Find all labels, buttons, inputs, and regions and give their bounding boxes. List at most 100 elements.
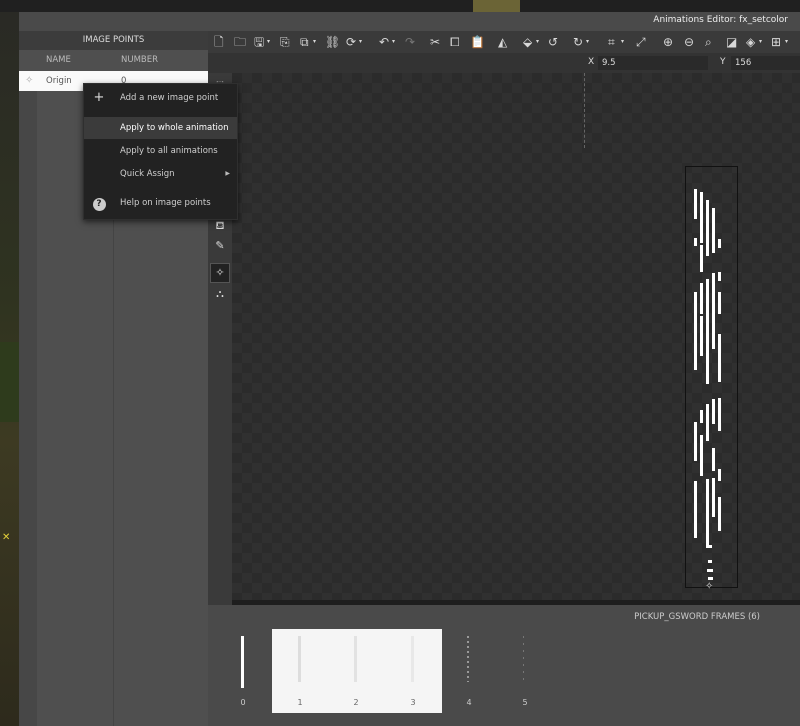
window-title: Animations Editor: fx_setcolor: [653, 15, 788, 25]
chevron-down-icon[interactable]: ▾: [759, 34, 762, 50]
sprite-canvas[interactable]: ✧: [232, 73, 800, 600]
sprite-pixel-streak: [712, 399, 715, 416]
chevron-down-icon[interactable]: ▾: [313, 34, 316, 50]
chevron-down-icon[interactable]: ▾: [359, 34, 362, 50]
sprite-pixel-streak: [694, 487, 697, 516]
sprite-pixel-streak: [694, 344, 697, 365]
sprite-pixel-streak: [694, 237, 697, 246]
origin-point-icon: ✧: [25, 75, 34, 86]
sprite-pixel-streak: [706, 207, 709, 245]
menu-item-label: Apply to all animations: [120, 146, 218, 156]
menu-item-help[interactable]: ? Help on image points: [84, 192, 237, 214]
origin-marker-icon[interactable]: ✧: [705, 581, 713, 592]
image-points-gutter: [19, 91, 37, 726]
flip-horizontal-icon[interactable]: ◭: [498, 34, 507, 50]
sprite-pixel-streak: [700, 442, 703, 477]
save-icon[interactable]: 🖫: [254, 34, 264, 50]
image-point-name[interactable]: Origin: [46, 71, 72, 91]
background-app-strip: [0, 0, 800, 12]
sprite-pixel-streak: [718, 497, 721, 531]
link-icon[interactable]: ⛓: [325, 34, 340, 50]
image-point-tool-icon[interactable]: ✧: [210, 263, 230, 283]
new-file-icon[interactable]: 🗋: [214, 34, 224, 50]
sprite-pixel-streak: [694, 307, 697, 330]
chevron-down-icon[interactable]: ▾: [586, 34, 589, 50]
frame-thumbnail[interactable]: 3: [385, 629, 441, 713]
chevron-down-icon[interactable]: ▾: [785, 34, 788, 50]
frames-title: PICKUP_GSWORD FRAMES (6): [634, 612, 760, 622]
chevron-down-icon[interactable]: ▾: [536, 34, 539, 50]
menu-item-label: Help on image points: [120, 198, 211, 208]
plus-icon: +: [93, 90, 105, 105]
sprite-pixel-streak: [700, 192, 703, 219]
window-titlebar[interactable]: Animations Editor: fx_setcolor: [19, 12, 800, 31]
background-scene: ✕: [0, 12, 19, 726]
grid-icon[interactable]: ⊞: [771, 34, 781, 50]
frame-number: 1: [297, 698, 303, 707]
menu-item-add-image-point[interactable]: + Add a new image point: [84, 87, 237, 109]
x-coordinate-field[interactable]: 9.5: [598, 56, 708, 70]
zoom-in-icon[interactable]: ⊕: [663, 34, 673, 50]
chevron-down-icon[interactable]: ▾: [267, 34, 270, 50]
sprite-pixel-streak: [712, 477, 715, 493]
zoom-reset-icon[interactable]: ⌕: [705, 34, 712, 50]
menu-item-apply-whole-animation[interactable]: Apply to whole animation: [84, 117, 237, 139]
copy-icon[interactable]: ⧠: [450, 34, 460, 50]
y-coordinate-field[interactable]: 156: [731, 56, 800, 70]
flip-vertical-icon[interactable]: ⬙: [523, 34, 532, 50]
menu-item-quick-assign[interactable]: Quick Assign ▶: [84, 163, 237, 185]
sync-icon[interactable]: ⟳: [346, 34, 356, 50]
layers-icon[interactable]: ◈: [746, 34, 755, 50]
frame-thumbnail[interactable]: 4: [441, 629, 497, 713]
open-folder-icon[interactable]: 🗀: [234, 34, 246, 50]
frame-number: 0: [240, 698, 246, 707]
eyedropper-icon[interactable]: ✎: [211, 237, 229, 255]
import-icon[interactable]: ⎘: [280, 34, 290, 50]
sprite-pixel-streak: [700, 244, 703, 273]
paste-icon[interactable]: 📋: [470, 34, 485, 50]
frame-image: [411, 636, 414, 682]
background-toggle-icon[interactable]: ◪: [726, 34, 737, 50]
sprite-pixel-streak: [706, 482, 709, 512]
menu-item-apply-all-animations[interactable]: Apply to all animations: [84, 140, 237, 162]
background-marker: ✕: [2, 532, 11, 543]
sprite-pixel-streak: [708, 560, 712, 563]
sprite-pixel-streak: [706, 510, 709, 546]
redo-icon[interactable]: ↷: [405, 34, 415, 50]
frames-panel: PICKUP_GSWORD FRAMES (6) 0 1 2 3 4 5: [208, 605, 800, 726]
resize-icon[interactable]: ⤢: [636, 34, 646, 50]
hierarchy-icon[interactable]: ⛬: [211, 285, 229, 303]
sprite-pixel-streak: [718, 271, 721, 281]
frame-image: [354, 636, 357, 682]
chevron-down-icon[interactable]: ▾: [621, 34, 624, 50]
sprite-pixel-streak: [712, 211, 715, 232]
crop-icon[interactable]: ⌗: [608, 34, 615, 50]
sprite-pixel-streak: [718, 292, 721, 314]
sprite-pixel-streak: [718, 239, 721, 249]
coordinates-bar: X 9.5 Y 156: [208, 53, 800, 73]
sprite-pixel-streak: [712, 296, 715, 333]
frame-number: 3: [410, 698, 416, 707]
undo-icon[interactable]: ↶: [379, 34, 389, 50]
editor-toolbar: 🗋 🗀 🖫 ▾ ⎘ ⧉ ▾ ⛓ ⟳ ▾ ↶ ▾ ↷ ✂ ⧠ 📋 ◭ ⬙ ▾ ↺ …: [208, 31, 800, 53]
chevron-down-icon[interactable]: ▾: [392, 34, 395, 50]
sprite-pixel-streak: [706, 351, 709, 381]
frame-thumbnail[interactable]: 5: [497, 629, 553, 713]
sprite-pixel-streak: [706, 310, 709, 335]
sprite-pixel-streak: [708, 577, 713, 580]
zoom-out-icon[interactable]: ⊖: [684, 34, 694, 50]
rotate-cw-icon[interactable]: ↻: [573, 34, 583, 50]
menu-item-label: Quick Assign: [120, 169, 175, 179]
help-icon: ?: [90, 192, 108, 214]
frame-thumbnail[interactable]: 1: [272, 629, 328, 713]
rotate-ccw-icon[interactable]: ↺: [548, 34, 558, 50]
frame-thumbnail[interactable]: 0: [215, 629, 271, 713]
frame-thumbnail[interactable]: 2: [328, 629, 384, 713]
sprite-pixel-streak: [718, 356, 721, 366]
cut-icon[interactable]: ✂: [430, 34, 440, 50]
column-name-header: NAME: [46, 55, 71, 65]
edit-external-icon[interactable]: ⧉: [300, 34, 309, 50]
background-highlight: [473, 0, 520, 12]
sprite-pixel-streak: [700, 282, 703, 315]
sprite-frame[interactable]: [685, 166, 738, 588]
